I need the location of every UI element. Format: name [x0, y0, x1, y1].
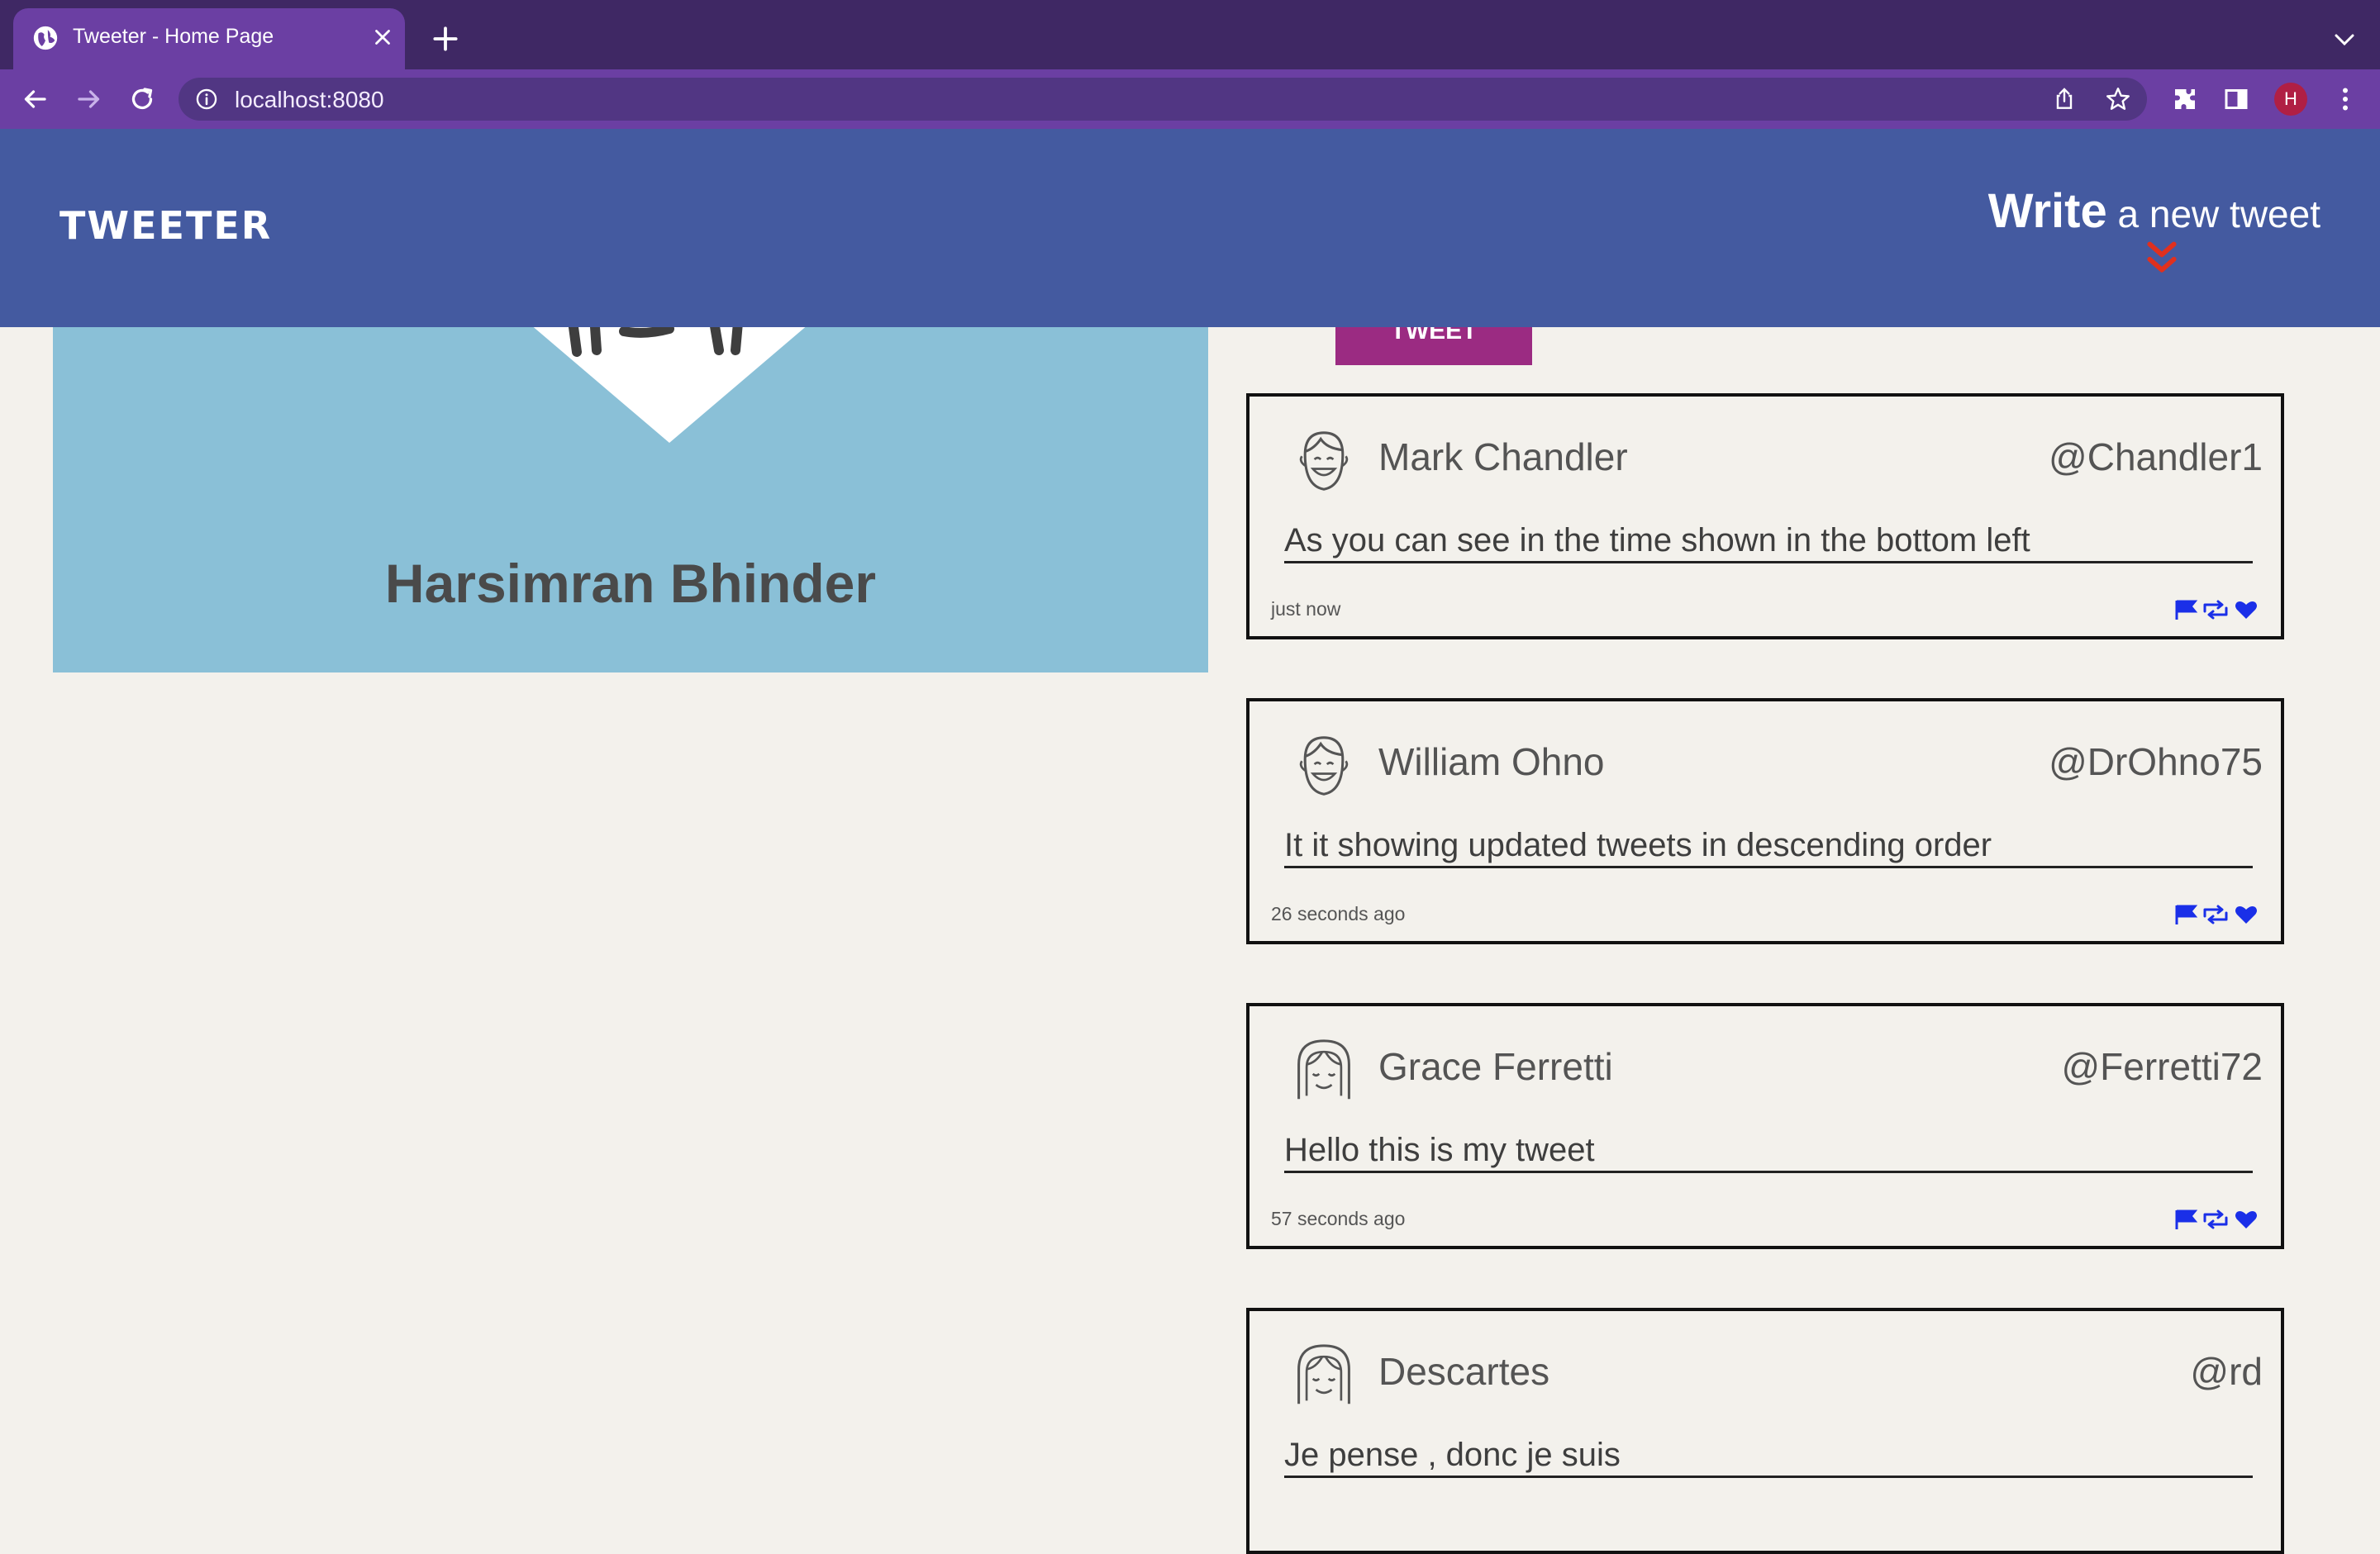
profile-avatar-image	[533, 327, 806, 443]
bookmark-star-icon[interactable]	[2104, 85, 2132, 113]
retweet-icon[interactable]	[2203, 600, 2228, 620]
tweet-text: Hello this is my tweet	[1284, 1132, 2253, 1173]
tweet-author-name: William Ohno	[1378, 740, 1605, 783]
tweet-author-handle: @Chandler1	[2049, 435, 2263, 478]
flag-icon[interactable]	[2175, 905, 2198, 924]
site-header: TWEETER Write a new tweet	[0, 129, 2380, 327]
info-icon[interactable]	[195, 88, 218, 111]
tweet-author-handle: @rd	[2190, 1350, 2263, 1393]
new-tab-icon[interactable]	[430, 23, 461, 55]
share-icon[interactable]	[2051, 86, 2078, 112]
profile-name: Harsimran Bhinder	[384, 553, 877, 614]
tweet-author-name: Grace Ferretti	[1378, 1045, 1613, 1088]
extensions-icon[interactable]	[2170, 84, 2200, 114]
heart-icon[interactable]	[2235, 601, 2257, 619]
browser-tab[interactable]: Tweeter - Home Page	[13, 8, 405, 69]
tweet-card: William Ohno @DrOhno75 It it showing upd…	[1246, 698, 2284, 944]
tweet-submit-button[interactable]: TWEET	[1335, 327, 1532, 365]
tweet-actions	[2175, 905, 2257, 924]
compose-toggle[interactable]: Write a new tweet	[1988, 183, 2320, 239]
tweet-text: It it showing updated tweets in descendi…	[1284, 827, 2253, 868]
tweet-timestamp: 57 seconds ago	[1271, 1208, 1406, 1229]
male-face-icon	[1299, 736, 1349, 796]
heart-icon[interactable]	[2235, 1211, 2257, 1228]
site-logo[interactable]: TWEETER	[60, 203, 272, 248]
flag-icon[interactable]	[2175, 600, 2198, 620]
forward-arrow-icon[interactable]	[74, 84, 104, 114]
flag-icon[interactable]	[2175, 1209, 2198, 1229]
tweet-actions	[2175, 600, 2257, 620]
tweet-author-handle: @DrOhno75	[2049, 740, 2263, 783]
close-tab-icon[interactable]	[370, 25, 395, 50]
tweet-actions	[2175, 1209, 2257, 1229]
compose-rest-text: a new tweet	[2106, 192, 2321, 235]
compose-strong-text: Write	[1987, 184, 2107, 238]
side-panel-icon[interactable]	[2221, 84, 2251, 114]
male-face-icon	[1299, 431, 1349, 491]
tweet-timestamp: 26 seconds ago	[1271, 903, 1406, 924]
globe-icon	[33, 26, 58, 50]
profile-card: Harsimran Bhinder	[53, 327, 1208, 672]
browser-toolbar: localhost:8080 H	[0, 69, 2380, 129]
tweet-card: Mark Chandler @Chandler1 As you can see …	[1246, 393, 2284, 639]
tweet-author-handle: @Ferretti72	[2061, 1045, 2263, 1088]
tweet-timestamp: just now	[1271, 598, 1341, 620]
profile-avatar[interactable]: H	[2274, 83, 2307, 116]
female-face-icon	[1297, 1039, 1350, 1100]
tweet-card: Descartes @rd Je pense , donc je suis	[1246, 1308, 2284, 1554]
retweet-icon[interactable]	[2203, 1209, 2228, 1229]
chevron-down-icon[interactable]	[2332, 30, 2357, 50]
browser-tabstrip: Tweeter - Home Page	[0, 0, 2380, 69]
retweet-icon[interactable]	[2203, 905, 2228, 924]
url-text[interactable]: localhost:8080	[235, 87, 384, 113]
tweet-author-name: Descartes	[1378, 1350, 1550, 1393]
address-bar[interactable]: localhost:8080	[178, 78, 2147, 121]
back-arrow-icon[interactable]	[20, 84, 50, 114]
tab-title: Tweeter - Home Page	[73, 25, 274, 48]
double-chevron-down-icon[interactable]	[2144, 240, 2180, 276]
tweet-text: As you can see in the time shown in the …	[1284, 522, 2253, 563]
tweet-card: Grace Ferretti @Ferretti72 Hello this is…	[1246, 1003, 2284, 1249]
female-face-icon	[1297, 1344, 1350, 1404]
more-menu-icon[interactable]	[2330, 84, 2360, 114]
tweet-text: Je pense , donc je suis	[1284, 1437, 2253, 1478]
tweet-author-name: Mark Chandler	[1378, 435, 1628, 478]
heart-icon[interactable]	[2235, 906, 2257, 924]
reload-icon[interactable]	[127, 84, 157, 114]
